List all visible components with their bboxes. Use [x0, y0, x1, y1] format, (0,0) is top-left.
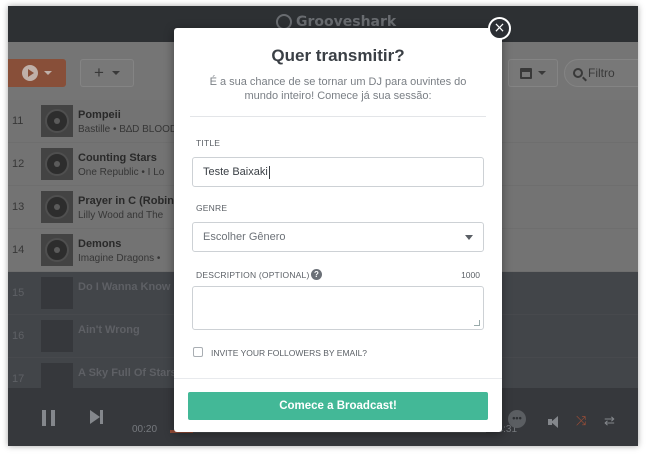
- text-cursor: [268, 165, 270, 179]
- dialog-title: Quer transmitir?: [271, 46, 405, 65]
- invite-followers-checkbox[interactable]: [193, 347, 203, 357]
- start-broadcast-button[interactable]: Comece a Broadcast!: [188, 392, 488, 420]
- title-input[interactable]: Teste Baixaki: [192, 157, 484, 187]
- footer-divider: [174, 378, 502, 379]
- character-limit: 1000: [461, 270, 480, 280]
- genre-select-value: Escolher Gênero: [203, 231, 286, 243]
- close-dialog-button[interactable]: ×: [488, 17, 511, 40]
- title-label: TITLE: [196, 138, 221, 148]
- app-window: Grooveshark + Filtro 11 Pompeii Bastille…: [8, 6, 638, 446]
- broadcast-dialog: Quer transmitir? É a sua chance de se to…: [174, 28, 502, 432]
- title-input-value: Teste Baixaki: [203, 166, 268, 178]
- divider: [190, 116, 486, 117]
- chevron-down-icon: [465, 234, 473, 240]
- description-textarea[interactable]: [192, 286, 484, 330]
- genre-label: GENRE: [196, 203, 228, 213]
- description-label: DESCRIPTION (OPTIONAL): [196, 270, 310, 280]
- genre-select[interactable]: Escolher Gênero: [192, 222, 484, 252]
- invite-followers-label[interactable]: INVITE YOUR FOLLOWERS BY EMAIL?: [211, 348, 367, 358]
- dialog-description: É a sua chance de se tornar um DJ para o…: [209, 76, 467, 102]
- resize-handle-icon[interactable]: [474, 320, 480, 326]
- help-icon[interactable]: ?: [311, 269, 322, 280]
